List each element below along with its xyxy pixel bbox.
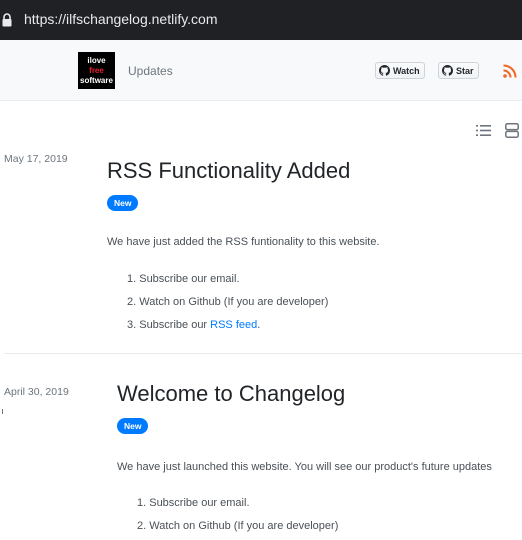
entry-date: April 30, 2019 [4, 386, 69, 398]
github-icon [442, 65, 453, 76]
rss-icon[interactable] [503, 64, 517, 78]
list-view-icon[interactable] [476, 124, 491, 137]
site-logo[interactable]: ilove free software [78, 52, 115, 89]
github-icon [379, 65, 390, 76]
url-text[interactable]: https://ilfschangelog.netlify.com [24, 11, 218, 27]
entry-description: We have just launched this website. You … [117, 461, 492, 473]
site-navbar: ilove free software Updates Watch Star [0, 40, 522, 101]
new-badge: New [107, 195, 139, 211]
github-star-button[interactable]: Star [438, 62, 479, 79]
entry-title[interactable]: RSS Functionality Added [107, 158, 350, 184]
list-item: 1. Subscribe our email. [137, 497, 250, 509]
star-label: Star [456, 65, 474, 76]
list-item: 2. Watch on Github (If you are developer… [137, 520, 339, 532]
watch-label: Watch [393, 65, 420, 76]
navbar-title[interactable]: Updates [128, 64, 173, 78]
entry-description: We have just added the RSS funtionality … [107, 236, 380, 248]
entry-divider [4, 353, 522, 354]
card-view-icon[interactable] [505, 123, 519, 138]
timeline-mark [2, 409, 3, 414]
entry-title[interactable]: Welcome to Changelog [117, 381, 345, 407]
entry-date: May 17, 2019 [4, 153, 68, 165]
list-item: 3. Subscribe our RSS feed. [127, 319, 261, 331]
list-item: 1. Subscribe our email. [127, 273, 240, 285]
lock-icon [2, 13, 12, 27]
rss-feed-link[interactable]: RSS feed [210, 319, 257, 331]
github-watch-button[interactable]: Watch [375, 62, 425, 79]
address-bar[interactable]: https://ilfschangelog.netlify.com [0, 0, 522, 40]
new-badge: New [117, 418, 149, 434]
list-item: 2. Watch on Github (If you are developer… [127, 296, 329, 308]
